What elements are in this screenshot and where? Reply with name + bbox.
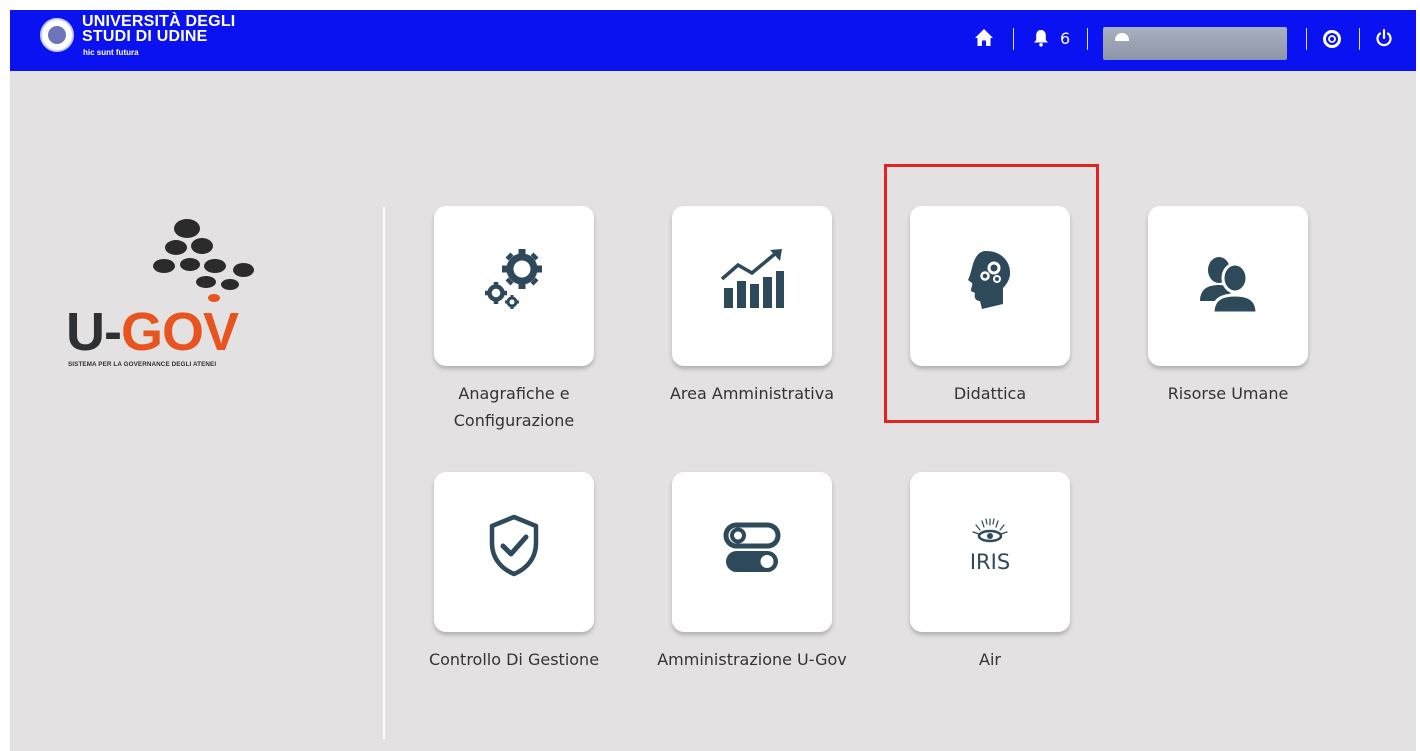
tile-label[interactable]: Area Amministrativa	[642, 380, 862, 407]
toggles-icon	[723, 522, 781, 572]
logo-dot	[204, 259, 226, 273]
svg-text:IRIS: IRIS	[970, 550, 1010, 574]
university-seal-icon[interactable]	[40, 18, 74, 52]
iris-logo-icon: IRIS	[970, 518, 1010, 574]
shield-check-icon	[489, 514, 539, 577]
logo-dot	[191, 238, 213, 254]
top-bar: UNIVERSITÀ DEGLI STUDI DI UDINE hic sunt…	[10, 10, 1416, 71]
tile-label[interactable]: Anagrafiche e Configurazione	[404, 380, 624, 434]
gears-icon	[485, 249, 542, 309]
help-icon[interactable]	[1322, 29, 1342, 53]
logo-dot	[180, 258, 200, 271]
logo-dot	[208, 294, 220, 302]
logo-dot	[174, 219, 200, 238]
vertical-divider	[383, 207, 385, 739]
app-frame: UNIVERSITÀ DEGLI STUDI DI UDINE hic sunt…	[10, 10, 1416, 751]
logo-dot	[233, 263, 254, 277]
tile-label[interactable]: Amministrazione U-Gov	[642, 646, 862, 673]
tile-card[interactable]	[434, 472, 594, 632]
user-icon	[1115, 33, 1129, 41]
university-motto: hic sunt futura	[83, 48, 139, 57]
tile-card[interactable]	[672, 206, 832, 366]
logo-dot	[221, 279, 239, 290]
logo-dot	[165, 240, 187, 255]
users-icon	[1200, 257, 1259, 315]
logo-dot	[196, 276, 216, 288]
highlight-box	[884, 164, 1099, 423]
university-name-line2[interactable]: STUDI DI UDINE	[82, 29, 207, 45]
power-icon[interactable]	[1374, 28, 1394, 52]
user-menu[interactable]	[1103, 27, 1287, 60]
tile-label[interactable]: Risorse Umane	[1118, 380, 1338, 407]
ugov-wordmark: U-GOV	[66, 302, 239, 362]
ugov-tagline: SISTEMA PER LA GOVERNANCE DEGLI ATENEI	[68, 361, 217, 368]
tile-label[interactable]: Controllo Di Gestione	[404, 646, 624, 673]
tile-label[interactable]: Air	[880, 646, 1100, 673]
tile-card[interactable]	[434, 206, 594, 366]
tile-card[interactable]	[1148, 206, 1308, 366]
logo-dot	[153, 259, 175, 273]
tile-card[interactable]: IRIS	[910, 472, 1070, 632]
home-icon[interactable]	[974, 28, 994, 52]
chart-growth-icon	[720, 249, 784, 308]
bell-icon[interactable]	[1033, 29, 1049, 51]
tile-card[interactable]	[672, 472, 832, 632]
notification-count[interactable]: 6	[1060, 28, 1070, 50]
